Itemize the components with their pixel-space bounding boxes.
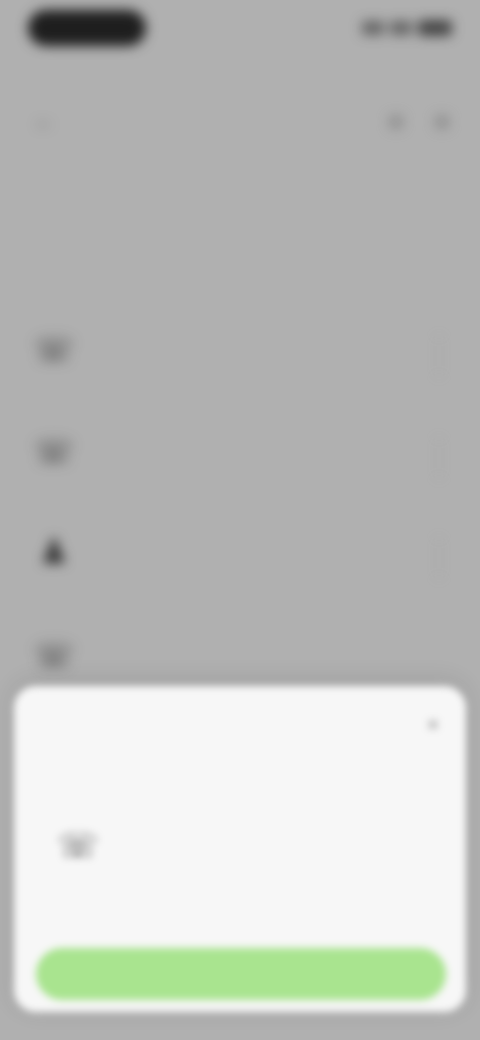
status-bar: [0, 0, 480, 56]
close-icon[interactable]: ×: [422, 714, 444, 736]
status-icons: [356, 14, 452, 42]
signal-icon: [362, 21, 384, 35]
more-icon[interactable]: [434, 114, 450, 130]
confirm-button[interactable]: [36, 948, 446, 1000]
nav-actions: [388, 114, 450, 130]
list-item[interactable]: ☏: [30, 318, 440, 398]
phone-icon: ☏: [32, 433, 76, 471]
phone-icon: ☏: [32, 637, 76, 675]
list-item[interactable]: ☏: [30, 420, 440, 500]
divider: [438, 336, 440, 376]
app-screen: ← ☏ ☏ ♟ ☏ × ☏: [0, 0, 480, 1040]
phone-icon: ☏: [56, 827, 100, 865]
nav-bar: ←: [34, 110, 450, 134]
sheet-selected-item[interactable]: ☏: [54, 814, 414, 894]
person-icon: ♟: [38, 533, 70, 571]
phone-icon: ☏: [32, 331, 76, 369]
status-time-pill: [28, 10, 146, 46]
wifi-icon: [390, 21, 412, 35]
bottom-sheet: × ☏: [14, 686, 466, 1012]
divider: [438, 538, 440, 578]
battery-icon: [418, 20, 452, 36]
search-icon[interactable]: [388, 114, 404, 130]
list-item[interactable]: ♟: [30, 520, 440, 600]
arrow-left-icon[interactable]: ←: [34, 111, 58, 134]
divider: [438, 438, 440, 478]
